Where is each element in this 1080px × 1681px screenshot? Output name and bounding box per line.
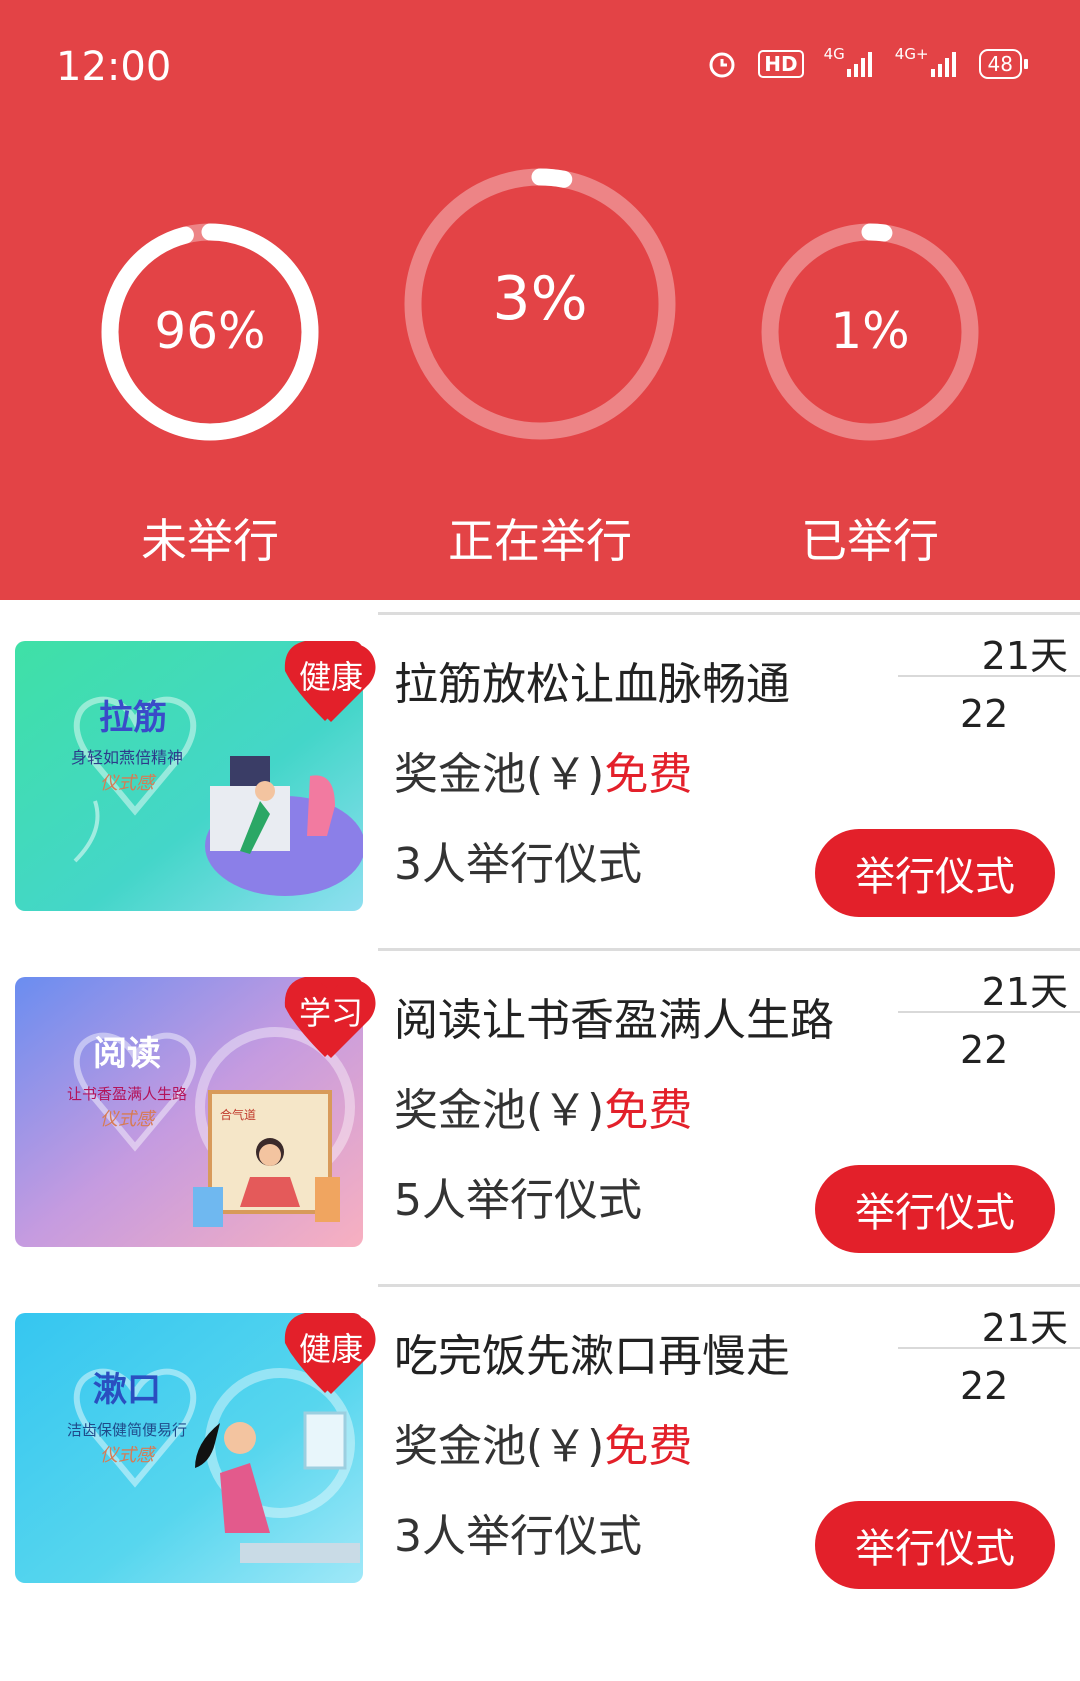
list-item[interactable]: 漱口 洁齿保健简便易行 仪式感 健康 吃完饭先漱口再慢走 21天 22 奖金池(… (0, 1272, 1080, 1608)
prize-pool: 奖金池(￥)免费 (394, 738, 692, 802)
net2-label: 4G+ (894, 45, 929, 63)
ring-value: 96% (154, 302, 266, 360)
category-tag: 健康 (298, 1330, 363, 1368)
list-item[interactable]: 拉筋 身轻如燕倍精神 仪式感 健康 拉筋放松让血脉畅通 21天 22 奖金池(￥… (0, 600, 1080, 936)
prize-pool: 奖金池(￥)免费 (394, 1410, 692, 1474)
stats-header: 12:00 HD 4G 4G+ 48 96% 未举行 3% 正在举行 1% 已举… (0, 0, 1080, 600)
people-count: 5人举行仪式 (394, 1175, 642, 1226)
pool-value: 免费 (604, 749, 693, 800)
hold-ritual-button[interactable]: 举行仪式 (815, 829, 1055, 917)
thumb-extra: 合气道 (220, 1107, 256, 1122)
hd-label: HD (758, 50, 804, 78)
ritual-title[interactable]: 吃完饭先漱口再慢走 (394, 1320, 790, 1384)
battery-icon: 48 (978, 49, 1028, 79)
status-time: 12:00 (56, 44, 172, 90)
divider (378, 948, 1080, 951)
pool-value: 免费 (604, 1421, 693, 1472)
category-tag: 健康 (298, 658, 363, 696)
divider (378, 1284, 1080, 1287)
participant-count: 22 (960, 692, 1009, 736)
ring-in-progress: 3% (400, 164, 680, 444)
alarm-icon (706, 48, 738, 80)
thumb-subtitle: 让书香盈满人生路 (67, 1085, 187, 1103)
hd-icon: HD (758, 50, 804, 78)
ritual-title[interactable]: 拉筋放松让血脉畅通 (394, 648, 790, 712)
ring-value: 1% (830, 302, 910, 360)
people-count: 3人举行仪式 (394, 839, 642, 890)
category-tag: 学习 (298, 994, 363, 1032)
thumb-title: 漱口 (93, 1370, 161, 1410)
pool-label: 奖金池(￥) (394, 749, 605, 800)
ring-value: 3% (492, 264, 588, 334)
duration-days: 21天 (981, 1306, 1068, 1350)
ritual-title[interactable]: 阅读让书香盈满人生路 (394, 984, 834, 1048)
thumb-caption: 仪式感 (100, 1445, 157, 1466)
list-item[interactable]: 阅读 让书香盈满人生路 仪式感 合气道 学习 阅读让书香盈满人生路 21天 22… (0, 936, 1080, 1272)
duration-days: 21天 (981, 970, 1068, 1014)
people-count: 3人举行仪式 (394, 1511, 642, 1562)
label-not-held: 未举行 (141, 514, 279, 568)
label-held: 已举行 (801, 514, 939, 568)
signal-4g-plus-icon: 4G+ (895, 45, 959, 79)
thumb-title: 阅读 (93, 1034, 161, 1074)
thumb-caption: 仪式感 (100, 1109, 157, 1130)
thumb-subtitle: 身轻如燕倍精神 (71, 748, 183, 767)
thumb-subtitle: 洁齿保健简便易行 (67, 1421, 187, 1439)
thumb-caption: 仪式感 (100, 773, 157, 794)
divider (378, 612, 1080, 615)
label-in-progress: 正在举行 (448, 514, 632, 568)
pool-value: 免费 (604, 1085, 693, 1136)
duration-days: 21天 (981, 634, 1068, 678)
status-icons: HD 4G 4G+ 48 (706, 45, 1028, 80)
hold-ritual-button[interactable]: 举行仪式 (815, 1501, 1055, 1589)
participant-count: 22 (960, 1364, 1009, 1408)
divider (898, 675, 1080, 677)
signal-4g-icon: 4G (824, 45, 875, 79)
prize-pool: 奖金池(￥)免费 (394, 1074, 692, 1138)
pool-label: 奖金池(￥) (394, 1421, 605, 1472)
divider (898, 1347, 1080, 1349)
pool-label: 奖金池(￥) (394, 1085, 605, 1136)
battery-label: 48 (978, 49, 1022, 79)
participant-count: 22 (960, 1028, 1009, 1072)
hold-ritual-button[interactable]: 举行仪式 (815, 1165, 1055, 1253)
ring-held: 1% (758, 220, 982, 444)
status-bar: 12:00 HD 4G 4G+ 48 (0, 0, 1080, 130)
net1-label: 4G (823, 45, 845, 63)
ring-not-held: 96% (98, 220, 322, 444)
divider (898, 1011, 1080, 1013)
thumb-title: 拉筋 (99, 698, 167, 738)
